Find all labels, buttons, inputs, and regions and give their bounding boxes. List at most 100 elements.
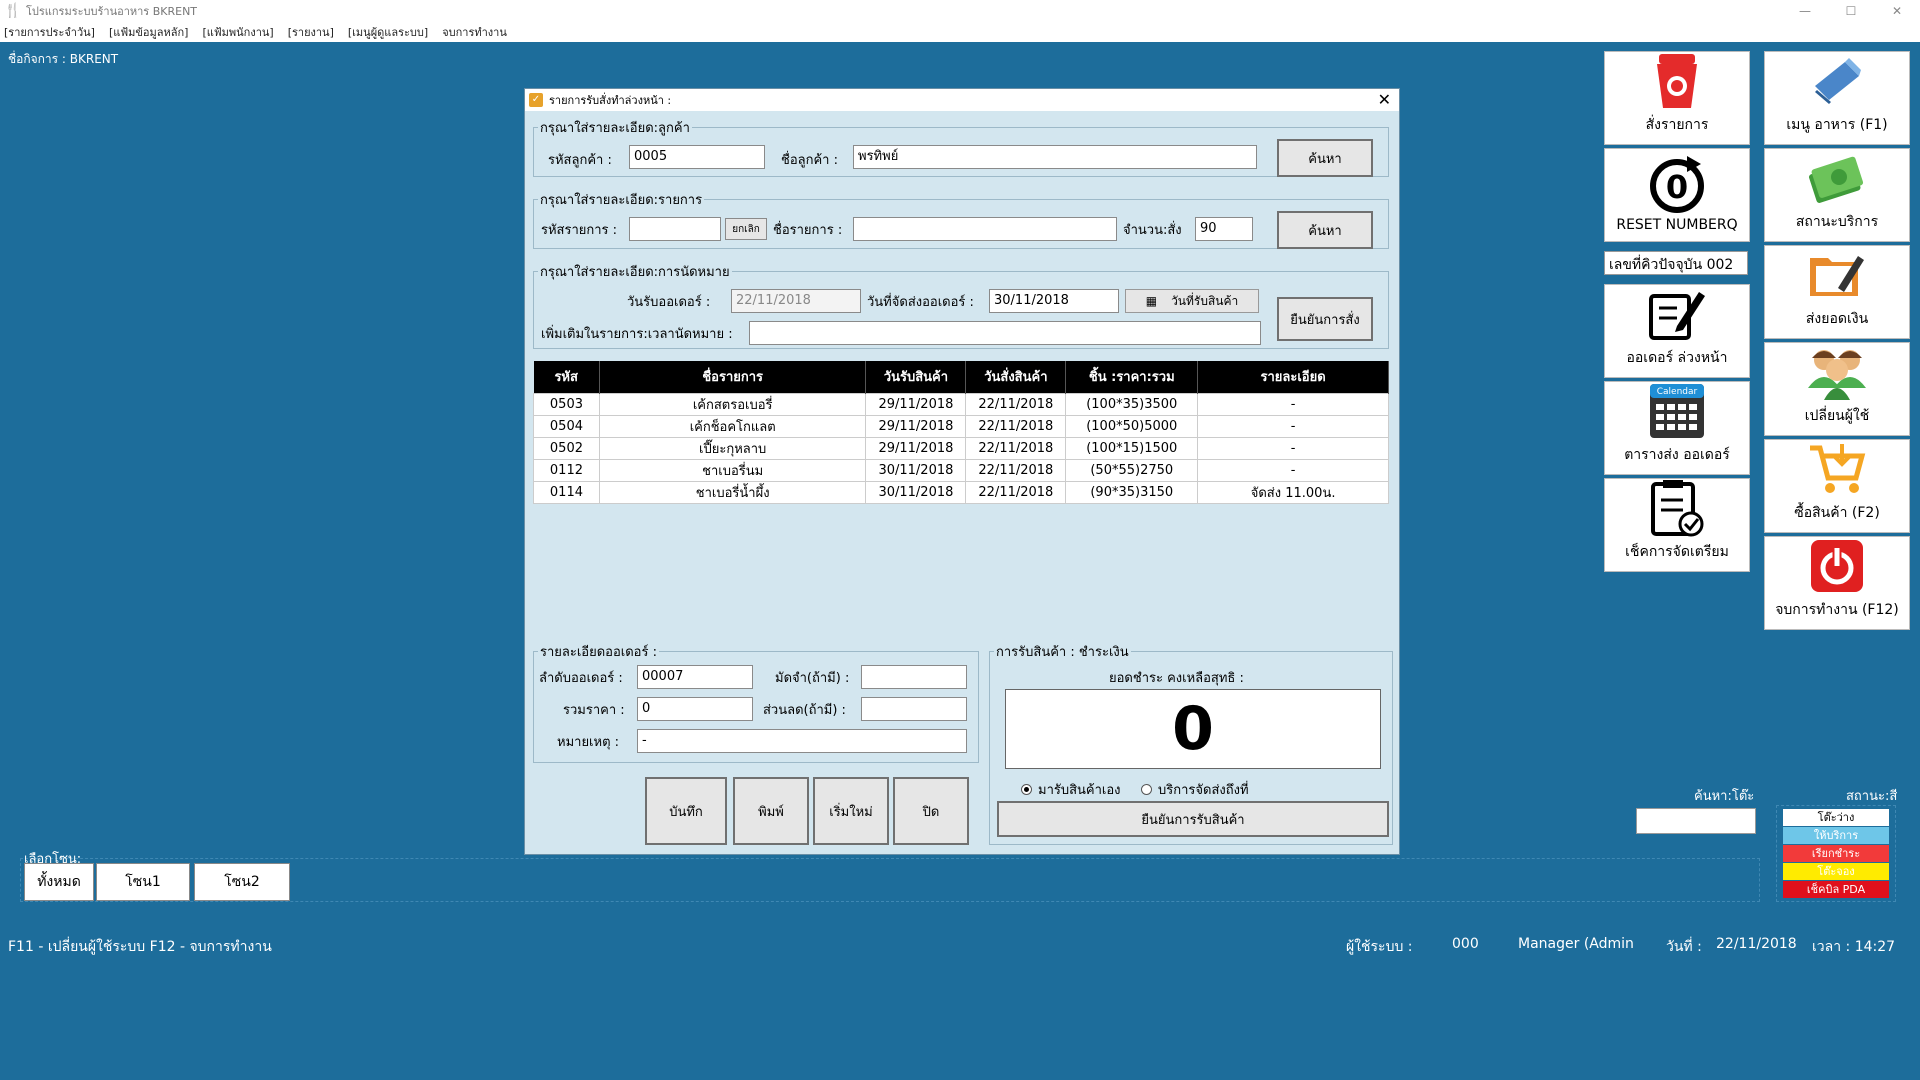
dialog-title-bar: ✓ รายการรับสั่งทำล่วงหน้า : ✕ (525, 89, 1399, 111)
item-group-title: กรุณาใส่รายละเอียด:รายการ (540, 193, 703, 208)
cell-qty-price: (100*15)1500 (1065, 436, 1199, 460)
item-code-input[interactable] (629, 217, 721, 241)
confirm-order-button[interactable]: ยืนยันการสั่ง (1277, 297, 1373, 341)
date-label: วันที่ : (1666, 939, 1702, 955)
tile-send-money-label: ส่งยอดเงิน (1805, 311, 1869, 327)
table-row[interactable]: 0504 เค้กช็อคโกแลต 29/11/2018 22/11/2018… (533, 414, 1389, 438)
clipboard-check-icon (1646, 479, 1708, 537)
receive-date-button[interactable]: ▦ วันที่รับสินค้า (1125, 289, 1259, 313)
shortcut-hints: F11 - เปลี่ยนผู้ใช้ระบบ F12 - จบการทำงาน (8, 939, 272, 955)
search-table-input[interactable] (1636, 808, 1756, 834)
cell-detail: - (1197, 458, 1389, 482)
col-name: ชื่อรายการ (599, 361, 867, 393)
zone-all-button[interactable]: ทั้งหมด (24, 863, 94, 901)
cell-code: 0502 (533, 436, 600, 460)
radio-self-pickup[interactable]: มารับสินค้าเอง (1021, 779, 1121, 800)
confirm-receive-button[interactable]: ยืนยันการรับสินค้า (997, 801, 1389, 837)
time-value: เวลา : 14:27 (1812, 939, 1896, 955)
ship-date-input[interactable]: 30/11/2018 (989, 289, 1119, 313)
item-search-button[interactable]: ค้นหา (1277, 211, 1373, 249)
item-name-input[interactable] (853, 217, 1117, 241)
advance-order-dialog: ✓ รายการรับสั่งทำล่วงหน้า : ✕ กรุณาใส่รา… (524, 88, 1400, 855)
balance-label: ยอดชำระ คงเหลือสุทธิ : (1109, 671, 1244, 686)
window-title: โปรแกรมระบบร้านอาหาร BKRENT (26, 5, 198, 18)
tile-service-status[interactable]: สถานะบริการ (1764, 148, 1910, 242)
search-table-label: ค้นหา:โต๊ะ (1694, 789, 1755, 804)
tile-schedule-label: ตารางส่ง ออเดอร์ (1624, 447, 1730, 463)
order-no-input[interactable]: 00007 (637, 665, 753, 689)
zone-1-button[interactable]: โซน1 (96, 863, 190, 901)
cell-code: 0504 (533, 414, 600, 438)
new-button[interactable]: เริ่มใหม่ (813, 777, 889, 845)
tile-advance-order[interactable]: ออเดอร์ ล่วงหน้า (1604, 284, 1750, 378)
quantity-input[interactable]: 90 (1195, 217, 1253, 241)
menu-report[interactable]: [รายงาน] (288, 23, 334, 41)
legend-reserved: โต๊ะจอง (1783, 863, 1889, 880)
tile-order[interactable]: สั่งรายการ (1604, 51, 1750, 145)
tile-change-user[interactable]: เปลี่ยนผู้ใช้ (1764, 342, 1910, 436)
receive-date-label: วันที่รับสินค้า (1171, 293, 1239, 308)
close-button[interactable]: ปิด (893, 777, 969, 845)
tile-buy[interactable]: ซื้อสินค้า (F2) (1764, 439, 1910, 533)
menu-staff[interactable]: [แฟ้มพนักงาน] (202, 23, 273, 41)
cell-order-date: 22/11/2018 (965, 480, 1067, 504)
menu-exit[interactable]: จบการทำงาน (442, 23, 507, 41)
menu-master[interactable]: [แฟ้มข้อมูลหลัก] (109, 23, 188, 41)
tile-food-menu[interactable]: เมนู อาหาร (F1) (1764, 51, 1910, 145)
tile-schedule[interactable]: Calendar ตารางส่ง ออเดอร์ (1604, 381, 1750, 475)
order-date-input[interactable]: 22/11/2018 (731, 289, 861, 313)
tile-service-status-label: สถานะบริการ (1795, 214, 1879, 230)
table-row[interactable]: 0112 ชาเบอรี่นม 30/11/2018 22/11/2018 (5… (533, 458, 1389, 482)
menu-book-icon (1806, 52, 1868, 110)
cell-qty-price: (90*35)3150 (1065, 480, 1199, 504)
user-name: Manager (Admin (1518, 936, 1634, 952)
customer-search-button[interactable]: ค้นหา (1277, 139, 1373, 177)
cell-detail: - (1197, 436, 1389, 460)
cell-qty-price: (100*50)5000 (1065, 414, 1199, 438)
tile-reset-label: RESET NUMBERQ (1616, 217, 1738, 233)
save-button[interactable]: บันทึก (645, 777, 727, 845)
customer-code-input[interactable]: 0005 (629, 145, 765, 169)
cancel-small-button[interactable]: ยกเลิก (725, 218, 767, 240)
tile-send-money[interactable]: ส่งยอดเงิน (1764, 245, 1910, 339)
tile-reset[interactable]: 0 RESET NUMBERQ (1604, 148, 1750, 242)
menu-admin[interactable]: [เมนูผู้ดูแลระบบ] (348, 23, 428, 41)
discount-label: ส่วนลด(ถ้ามี) : (763, 703, 846, 718)
note-input[interactable]: - (637, 729, 967, 753)
dialog-close-icon[interactable]: ✕ (1378, 89, 1391, 111)
menu-daily[interactable]: [รายการประจำวัน] (4, 23, 95, 41)
table-row[interactable]: 0114 ชาเบอรี่น้ำผึ้ง 30/11/2018 22/11/20… (533, 480, 1389, 504)
radio-delivery-label: บริการจัดส่งถึงที่ (1158, 783, 1249, 798)
cell-detail: - (1197, 392, 1389, 416)
edit-note-icon (1646, 285, 1708, 343)
radio-delivery[interactable]: บริการจัดส่งถึงที่ (1141, 779, 1249, 800)
calendar-icon: Calendar (1646, 382, 1708, 440)
col-qty-price: ชิ้น :ราคา:รวม (1065, 361, 1199, 393)
customer-name-input[interactable]: พรทิพย์ (853, 145, 1257, 169)
close-window-button[interactable]: ✕ (1874, 0, 1920, 22)
zone-2-button[interactable]: โซน2 (194, 863, 290, 901)
tile-exit-label: จบการทำงาน (F12) (1775, 602, 1899, 618)
print-button[interactable]: พิมพ์ (733, 777, 809, 845)
maximize-button[interactable]: ☐ (1828, 0, 1874, 22)
table-row[interactable]: 0502 เปี๊ยะกุหลาบ 29/11/2018 22/11/2018 … (533, 436, 1389, 460)
appointment-group-title: กรุณาใส่รายละเอียด:การนัดหมาย (540, 265, 730, 280)
total-input[interactable]: 0 (637, 697, 753, 721)
calendar-word: Calendar (1657, 387, 1698, 397)
reset-zero-icon: 0 (1646, 155, 1708, 213)
minimize-button[interactable]: — (1782, 0, 1828, 22)
power-icon (1806, 537, 1868, 595)
deposit-input[interactable] (861, 665, 967, 689)
extra-note-input[interactable] (749, 321, 1261, 345)
cell-order-date: 22/11/2018 (965, 414, 1067, 438)
cell-name: เค้กช็อคโกแลต (598, 414, 867, 438)
discount-input[interactable] (861, 697, 967, 721)
cell-qty-price: (100*35)3500 (1065, 392, 1199, 416)
tile-check-prep[interactable]: เช็คการจัดเตรียม (1604, 478, 1750, 572)
tile-check-prep-label: เช็คการจัดเตรียม (1625, 544, 1729, 560)
customer-code-label: รหัสลูกค้า : (548, 153, 612, 168)
cell-receive-date: 29/11/2018 (865, 392, 967, 416)
table-row[interactable]: 0503 เค้กสตรอเบอรี่ 29/11/2018 22/11/201… (533, 392, 1389, 416)
tile-exit[interactable]: จบการทำงาน (F12) (1764, 536, 1910, 630)
title-bar: 🍴 โปรแกรมระบบร้านอาหาร BKRENT — ☐ ✕ (0, 0, 1920, 22)
